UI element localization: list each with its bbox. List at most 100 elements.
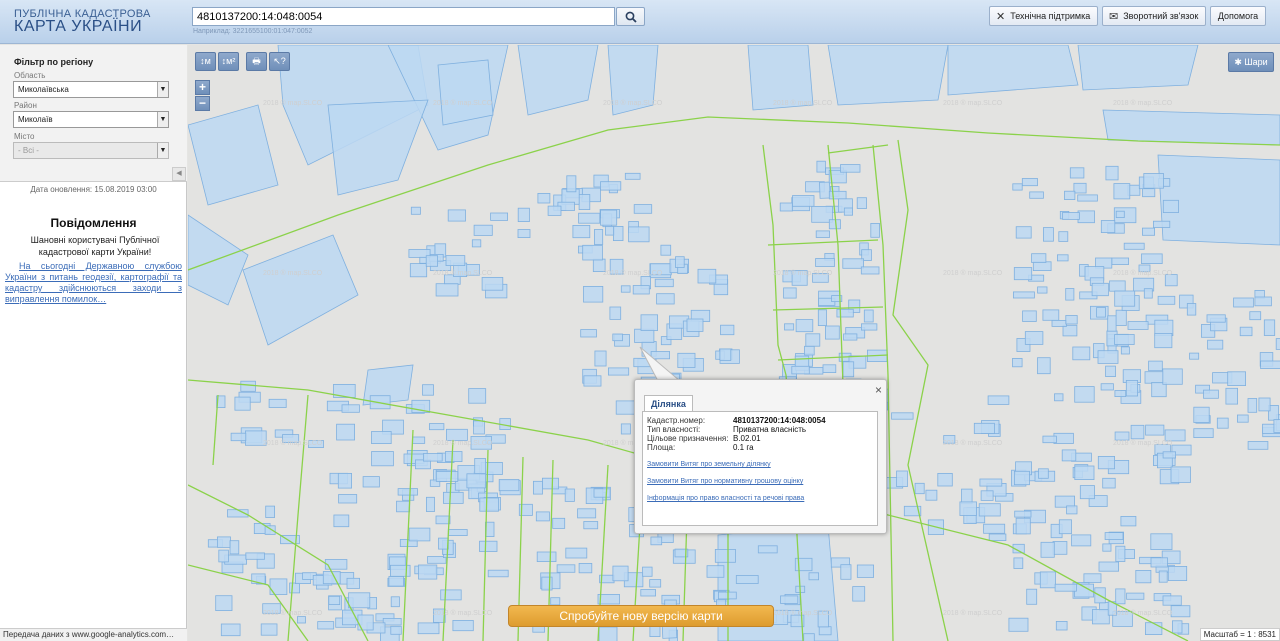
search-button[interactable] — [616, 7, 645, 26]
land-parcel[interactable] — [1123, 242, 1145, 250]
land-parcel[interactable] — [410, 206, 421, 215]
land-parcel[interactable] — [598, 626, 618, 641]
land-parcel[interactable] — [547, 205, 562, 216]
land-parcel[interactable] — [815, 258, 835, 267]
land-parcel[interactable] — [816, 160, 826, 173]
land-parcel[interactable] — [348, 592, 371, 609]
land-parcel[interactable] — [1120, 515, 1137, 527]
land-parcel[interactable] — [1096, 307, 1106, 318]
land-parcel[interactable] — [188, 214, 249, 306]
land-parcel[interactable] — [896, 470, 908, 488]
land-parcel[interactable] — [1042, 435, 1057, 444]
land-parcel[interactable] — [435, 283, 459, 297]
land-parcel[interactable] — [1115, 210, 1125, 218]
order-valuation-extract-link[interactable]: Замовити Витяг про нормативну грошову оц… — [647, 478, 803, 485]
district-select[interactable]: Миколаїв ▼ — [13, 111, 169, 128]
land-parcel[interactable] — [640, 314, 659, 331]
land-parcel[interactable] — [1037, 357, 1051, 375]
land-parcel[interactable] — [260, 623, 278, 636]
land-parcel[interactable] — [870, 222, 880, 238]
land-parcel[interactable] — [1193, 406, 1210, 423]
land-parcel[interactable] — [537, 192, 551, 204]
land-parcel[interactable] — [580, 329, 597, 338]
land-parcel[interactable] — [1062, 212, 1080, 220]
land-parcel[interactable] — [218, 549, 229, 563]
land-parcel[interactable] — [817, 309, 827, 326]
land-parcel[interactable] — [536, 551, 557, 563]
land-parcel[interactable] — [1254, 296, 1272, 307]
land-parcel[interactable] — [188, 104, 279, 206]
land-parcel[interactable] — [1162, 368, 1183, 385]
land-parcel[interactable] — [1014, 510, 1032, 518]
land-parcel[interactable] — [805, 333, 821, 347]
land-parcel[interactable] — [1053, 432, 1074, 444]
land-parcel[interactable] — [517, 229, 531, 239]
land-parcel[interactable] — [973, 422, 995, 434]
land-parcel[interactable] — [1186, 303, 1197, 316]
land-parcel[interactable] — [842, 361, 855, 378]
land-parcel[interactable] — [487, 569, 509, 578]
land-parcel[interactable] — [435, 515, 451, 525]
land-parcel[interactable] — [1026, 588, 1038, 605]
land-parcel[interactable] — [784, 323, 795, 331]
land-parcel[interactable] — [428, 423, 445, 431]
land-parcel[interactable] — [593, 229, 604, 245]
land-parcel[interactable] — [535, 511, 550, 522]
land-parcel[interactable] — [382, 618, 402, 626]
land-parcel[interactable] — [1065, 288, 1075, 301]
land-parcel[interactable] — [779, 202, 793, 212]
land-parcel[interactable] — [1037, 286, 1048, 294]
land-parcel[interactable] — [757, 545, 778, 554]
land-parcel[interactable] — [1145, 424, 1165, 436]
land-parcel[interactable] — [1145, 622, 1163, 636]
land-parcel[interactable] — [577, 508, 597, 519]
land-parcel[interactable] — [229, 540, 240, 555]
land-parcel[interactable] — [1193, 428, 1214, 439]
land-parcel[interactable] — [1077, 45, 1199, 91]
land-parcel[interactable] — [987, 395, 1010, 405]
land-parcel[interactable] — [978, 503, 1001, 517]
land-parcel[interactable] — [1015, 517, 1031, 535]
land-parcel[interactable] — [1216, 417, 1229, 429]
land-parcel[interactable] — [1042, 309, 1060, 321]
land-parcel[interactable] — [1206, 314, 1226, 323]
land-parcel[interactable] — [620, 285, 631, 293]
land-parcel[interactable] — [268, 398, 287, 408]
land-parcel[interactable] — [1263, 319, 1276, 336]
identify-button[interactable]: ↖? — [269, 52, 290, 71]
cadastral-search-input[interactable] — [192, 7, 615, 26]
land-parcel[interactable] — [612, 333, 623, 342]
land-parcel[interactable] — [517, 45, 599, 116]
land-parcel[interactable] — [1150, 557, 1168, 568]
land-parcel[interactable] — [1135, 570, 1152, 584]
land-parcel[interactable] — [1069, 167, 1085, 179]
land-parcel[interactable] — [1158, 570, 1168, 583]
land-parcel[interactable] — [654, 278, 674, 288]
land-parcel[interactable] — [1097, 350, 1119, 364]
land-parcel[interactable] — [640, 589, 656, 597]
land-parcel[interactable] — [719, 348, 732, 361]
land-parcel[interactable] — [216, 536, 231, 548]
land-parcel[interactable] — [552, 517, 566, 529]
land-parcel[interactable] — [1170, 605, 1191, 618]
land-parcel[interactable] — [1273, 419, 1280, 433]
land-parcel[interactable] — [593, 488, 611, 498]
land-parcel[interactable] — [440, 589, 462, 601]
land-parcel[interactable] — [1148, 360, 1163, 372]
land-parcel[interactable] — [1038, 468, 1049, 479]
land-parcel[interactable] — [371, 431, 392, 445]
land-parcel[interactable] — [795, 319, 814, 333]
land-parcel[interactable] — [452, 620, 474, 632]
land-parcel[interactable] — [714, 548, 736, 563]
land-parcel[interactable] — [600, 209, 618, 226]
land-parcel[interactable] — [297, 616, 306, 624]
land-parcel[interactable] — [1058, 231, 1069, 242]
land-parcel[interactable] — [1021, 178, 1038, 187]
land-parcel[interactable] — [1073, 182, 1087, 194]
land-parcel[interactable] — [1233, 297, 1254, 308]
land-parcel[interactable] — [1115, 309, 1127, 326]
land-parcel[interactable] — [840, 164, 861, 173]
land-parcel[interactable] — [1203, 389, 1219, 399]
land-parcel[interactable] — [660, 244, 672, 256]
land-parcel[interactable] — [842, 258, 864, 269]
